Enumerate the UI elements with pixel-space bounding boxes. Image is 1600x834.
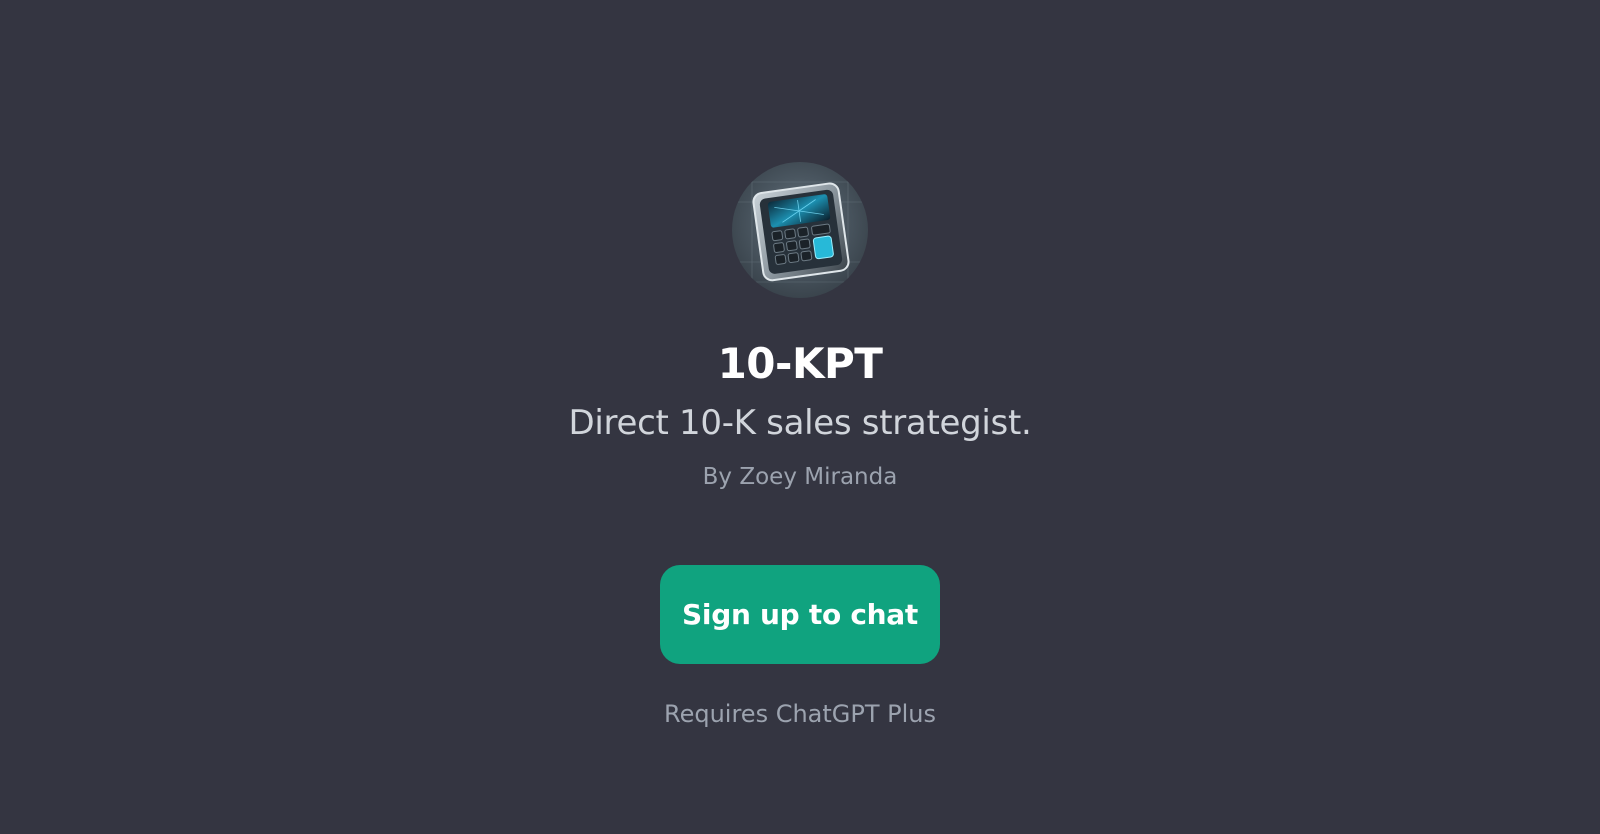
sign-up-button[interactable]: Sign up to chat xyxy=(660,565,940,664)
requirement-note: Requires ChatGPT Plus xyxy=(663,700,936,728)
gpt-description: Direct 10-K sales strategist. xyxy=(568,403,1032,443)
calculator-icon xyxy=(732,162,868,298)
gpt-author: By Zoey Miranda xyxy=(702,464,898,490)
gpt-landing-page: 10-KPT Direct 10-K sales strategist. By … xyxy=(0,0,1600,834)
avatar xyxy=(732,162,868,298)
gpt-title: 10-KPT xyxy=(717,339,883,388)
